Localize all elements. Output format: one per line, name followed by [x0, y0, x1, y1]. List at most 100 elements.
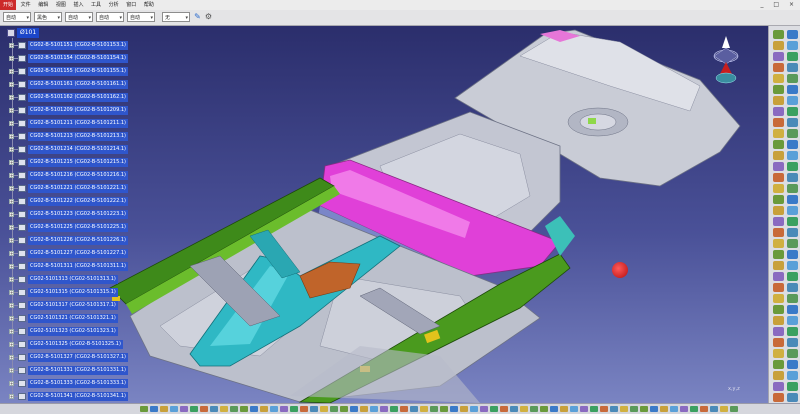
bottom-tool-icon[interactable]	[510, 406, 518, 412]
tool-icon[interactable]	[787, 283, 798, 292]
menu-item-tools[interactable]: 工具	[88, 0, 104, 10]
tool-icon[interactable]	[787, 305, 798, 314]
expand-icon[interactable]: +	[9, 238, 14, 243]
expand-icon[interactable]: +	[9, 290, 14, 295]
tool-icon[interactable]	[787, 327, 798, 336]
bottom-tool-icon[interactable]	[260, 406, 268, 412]
tool-icon[interactable]	[773, 261, 784, 270]
tool-icon[interactable]	[773, 305, 784, 314]
tool-icon[interactable]	[773, 52, 784, 61]
lineweight-select[interactable]: 自动 ▾	[96, 12, 124, 22]
bottom-tool-icon[interactable]	[340, 406, 348, 412]
bottom-tool-icon[interactable]	[650, 406, 658, 412]
expand-icon[interactable]: +	[9, 381, 14, 386]
bottom-tool-icon[interactable]	[150, 406, 158, 412]
bottom-tool-icon[interactable]	[240, 406, 248, 412]
tool-icon[interactable]	[787, 162, 798, 171]
bottom-tool-icon[interactable]	[710, 406, 718, 412]
tool-icon[interactable]	[787, 96, 798, 105]
expand-icon[interactable]: +	[9, 173, 14, 178]
tool-icon[interactable]	[787, 107, 798, 116]
tool-icon[interactable]	[787, 85, 798, 94]
tool-icon[interactable]	[773, 283, 784, 292]
expand-icon[interactable]: +	[9, 56, 14, 61]
tool-icon[interactable]	[773, 371, 784, 380]
expand-icon[interactable]: +	[9, 368, 14, 373]
expand-icon[interactable]: +	[9, 316, 14, 321]
menu-item-file[interactable]: 文件	[18, 0, 34, 10]
tool-icon[interactable]	[787, 173, 798, 182]
bottom-tool-icon[interactable]	[230, 406, 238, 412]
tool-icon[interactable]	[787, 52, 798, 61]
tree-node[interactable]: + CG02-B-5101215 (CG02-B-5101215.1)	[9, 157, 159, 168]
tool-icon[interactable]	[773, 107, 784, 116]
tool-icon[interactable]	[787, 41, 798, 50]
tool-icon[interactable]	[773, 393, 784, 402]
tool-icon[interactable]	[773, 316, 784, 325]
tool-icon[interactable]	[787, 349, 798, 358]
bottom-tool-icon[interactable]	[730, 406, 738, 412]
bottom-tool-icon[interactable]	[290, 406, 298, 412]
tool-icon[interactable]	[787, 30, 798, 39]
bottom-tool-icon[interactable]	[490, 406, 498, 412]
bottom-tool-icon[interactable]	[720, 406, 728, 412]
bottom-tool-icon[interactable]	[190, 406, 198, 412]
bottom-tool-icon[interactable]	[350, 406, 358, 412]
tree-node[interactable]: + CG02-B-5101331 (CG02-B-5101331.1)	[9, 365, 159, 376]
bottom-tool-icon[interactable]	[670, 406, 678, 412]
expand-icon[interactable]: +	[9, 225, 14, 230]
tree-node[interactable]: + CG02-B-5101311 (CG02-B-5101311.1)	[9, 261, 159, 272]
expand-icon[interactable]: +	[9, 160, 14, 165]
bottom-tool-icon[interactable]	[500, 406, 508, 412]
menu-item-edit[interactable]: 编辑	[35, 0, 51, 10]
tree-node[interactable]: + CG02-B-5101221 (CG02-B-5101221.1)	[9, 183, 159, 194]
bottom-tool-icon[interactable]	[280, 406, 288, 412]
bottom-tool-icon[interactable]	[620, 406, 628, 412]
expand-icon[interactable]: +	[9, 264, 14, 269]
bottom-tool-icon[interactable]	[410, 406, 418, 412]
expand-icon[interactable]: +	[9, 342, 14, 347]
expand-icon[interactable]: +	[9, 329, 14, 334]
menu-item-view[interactable]: 视图	[53, 0, 69, 10]
tree-node[interactable]: + CG02-B-5101327 (CG02-B-5101327.1)	[9, 352, 159, 363]
tool-icon[interactable]	[787, 63, 798, 72]
bottom-tool-icon[interactable]	[270, 406, 278, 412]
tree-node[interactable]: + CG02-B-5101154 (CG02-B-5101154.1)	[9, 53, 159, 64]
tool-icon[interactable]	[787, 250, 798, 259]
expand-icon[interactable]: +	[9, 134, 14, 139]
tool-icon[interactable]	[773, 294, 784, 303]
expand-icon[interactable]: +	[9, 121, 14, 126]
expand-icon[interactable]: +	[9, 108, 14, 113]
expand-icon[interactable]: +	[9, 251, 14, 256]
tool-icon[interactable]	[787, 195, 798, 204]
tool-icon[interactable]	[773, 206, 784, 215]
tree-node[interactable]: + CG02-B-5101341 (CG02-B-5101341.1)	[9, 391, 159, 402]
tree-node[interactable]: + CG02-5101323 (CG02-5101323.1)	[9, 326, 159, 337]
menu-item-help[interactable]: 帮助	[141, 0, 157, 10]
tool-icon[interactable]	[773, 85, 784, 94]
tool-icon[interactable]	[787, 371, 798, 380]
tree-node[interactable]: + CG02-B-5101161 (CG02-B-5101161.1)	[9, 79, 159, 90]
linetype-select[interactable]: 自动 ▾	[65, 12, 93, 22]
tool-icon[interactable]	[787, 228, 798, 237]
tool-icon[interactable]	[773, 195, 784, 204]
tree-node[interactable]: + CG02-B-5101155 (CG02-B-5101155.1)	[9, 66, 159, 77]
bottom-tool-icon[interactable]	[640, 406, 648, 412]
layer-select[interactable]: 无 ▾	[162, 12, 190, 22]
bottom-tool-icon[interactable]	[580, 406, 588, 412]
bottom-tool-icon[interactable]	[480, 406, 488, 412]
tool-icon[interactable]	[787, 272, 798, 281]
bottom-tool-icon[interactable]	[450, 406, 458, 412]
tree-node[interactable]: + CG02-5101321 (CG02-5101321.1)	[9, 313, 159, 324]
3d-viewport[interactable]: Ø101 + CG02-B-5101151 (CG02-B-5101153.1) +…	[0, 26, 768, 403]
tool-icon[interactable]	[773, 360, 784, 369]
bottom-tool-icon[interactable]	[320, 406, 328, 412]
bottom-tool-icon[interactable]	[180, 406, 188, 412]
expand-icon[interactable]: +	[9, 199, 14, 204]
bottom-tool-icon[interactable]	[380, 406, 388, 412]
tool-icon[interactable]	[787, 393, 798, 402]
tool-icon[interactable]	[787, 382, 798, 391]
tool-icon[interactable]	[773, 327, 784, 336]
menu-item-start[interactable]: 开始	[0, 0, 17, 10]
tool-icon[interactable]	[773, 338, 784, 347]
